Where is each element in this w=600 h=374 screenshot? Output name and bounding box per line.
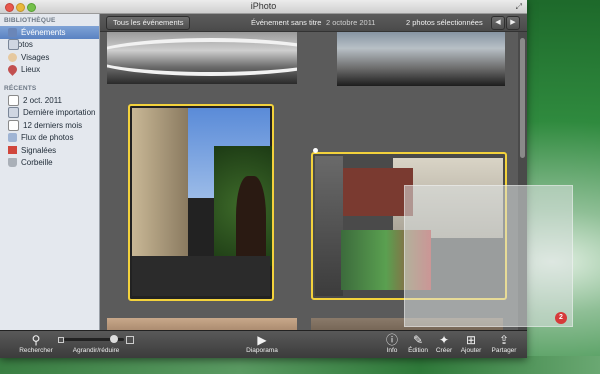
search-icon: ⚲ [31,333,41,347]
photos-icon [8,39,19,51]
fullscreen-icon[interactable]: ⤢ [516,2,522,12]
places-pin-icon [6,63,19,77]
sidebar-item-places[interactable]: Lieux [0,63,99,77]
photo-detail [107,38,297,76]
event-toolbar: Tous les événements Événement sans titre… [100,14,527,32]
events-icon [8,27,17,37]
share-label: Partager [491,347,517,354]
drag-count-badge: 2 [555,312,567,324]
event-date: 2 octobre 2011 [326,18,376,27]
slideshow-label: Diaporama [246,347,278,354]
sidebar-item-trash[interactable]: Corbeille [0,157,99,170]
zoom-slider-knob[interactable] [110,335,118,343]
sidebar-item-photos[interactable]: Photos [0,39,99,52]
edit-label: Édition [408,347,428,354]
sidebar-item-label: Flux de photos [21,133,74,143]
sidebar: BIBLIOTHÈQUE Événements Photos Visages L… [0,14,100,330]
share-icon: ⇪ [498,333,510,347]
cursor-icon [313,148,318,153]
zoom-label: Agrandir/réduire [72,347,120,354]
add-label: Ajouter [460,347,482,354]
import-icon [8,107,19,119]
sidebar-item-last-import[interactable]: Dernière importation [0,107,99,120]
photo-thumbnail[interactable] [107,318,297,330]
flag-icon [8,146,17,155]
all-events-button[interactable]: Tous les événements [106,16,191,30]
plus-icon: ⊞ [465,333,477,347]
dragged-photos-preview[interactable] [404,185,573,327]
photo-stone [315,156,343,296]
trash-icon [8,158,17,168]
pencil-icon: ✎ [412,333,424,347]
title-bar[interactable]: iPhoto ⤢ [0,0,527,14]
info-icon: ⓘ [385,333,398,347]
photo-street [132,256,270,296]
scrollbar-thumb[interactable] [520,38,525,158]
sidebar-item-label: 12 derniers mois [23,120,83,130]
sidebar-item-label: Événements [21,27,66,37]
photo-thumbnail[interactable] [107,32,297,84]
desktop-strip [0,356,600,374]
play-icon: ▶ [257,333,267,347]
selection-count: 2 photos sélectionnées [406,18,483,27]
sidebar-item-flagged[interactable]: Signalées [0,144,99,157]
calendar-icon [8,94,19,106]
create-icon: ✦ [438,333,450,347]
edit-button[interactable]: ✎ Édition [405,333,431,354]
create-button[interactable]: ✦ Créer [433,333,455,354]
info-button[interactable]: ⓘ Info [382,333,402,354]
faces-icon [8,52,17,62]
calendar-icon [8,119,19,131]
photo-roof [333,168,413,216]
sidebar-item-event-date[interactable]: 2 oct. 2011 [0,94,99,107]
slideshow-button[interactable]: ▶ Diaporama [240,333,284,354]
window-title: iPhoto [250,1,277,11]
sidebar-section-library: BIBLIOTHÈQUE [4,17,56,24]
bottom-toolbar: ⚲ Rechercher Agrandir/réduire ▶ Diaporam… [0,330,527,358]
event-title[interactable]: Événement sans titre [251,18,321,27]
arrow-right-icon[interactable]: ▶ [506,16,520,30]
sidebar-item-label: Visages [21,52,50,62]
sidebar-item-label: Signalées [21,145,57,155]
create-label: Créer [435,347,453,354]
photo-building [132,108,188,278]
arrow-left-icon[interactable]: ◀ [491,16,505,30]
sidebar-item-events[interactable]: Événements [0,26,99,39]
sidebar-section-recent: RÉCENTS [4,85,37,92]
sidebar-item-label: Lieux [21,65,41,75]
sidebar-item-label: Corbeille [21,158,53,168]
photo-stream-icon [8,133,17,143]
sidebar-item-label: Dernière importation [23,108,96,118]
search-button[interactable]: ⚲ Rechercher [14,333,58,354]
add-button[interactable]: ⊞ Ajouter [456,333,486,354]
zoom-large-icon [126,336,134,344]
sidebar-item-photo-stream[interactable]: Flux de photos [0,132,99,145]
sidebar-item-faces[interactable]: Visages [0,51,99,64]
info-label: Info [386,347,398,354]
share-button[interactable]: ⇪ Partager [487,333,521,354]
search-label: Rechercher [19,347,53,354]
photo-thumbnail[interactable] [337,32,505,86]
sidebar-item-12-months[interactable]: 12 derniers mois [0,119,99,132]
photo-thumbnail-selected[interactable] [128,104,274,301]
sidebar-item-label: 2 oct. 2011 [23,95,62,105]
